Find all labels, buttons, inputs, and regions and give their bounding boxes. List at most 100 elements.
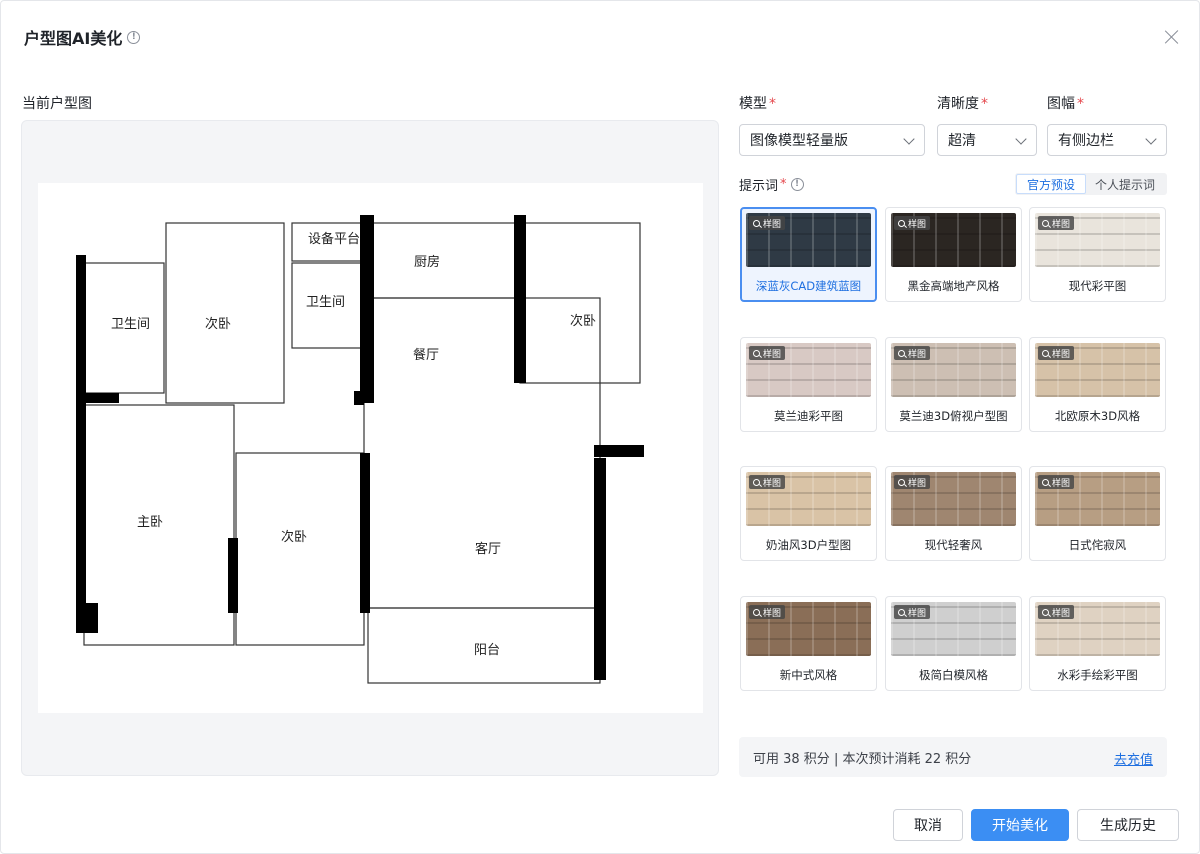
preset-name: 新中式风格 bbox=[779, 668, 838, 682]
room-label: 卫生间 bbox=[111, 317, 150, 332]
frame-select[interactable]: 有侧边栏 bbox=[1047, 124, 1167, 156]
sample-tag[interactable]: 样图 bbox=[1038, 346, 1075, 360]
clarity-select-value: 超清 bbox=[948, 133, 976, 149]
magnifier-icon bbox=[1042, 608, 1049, 616]
preset-thumbnail: 样图 bbox=[1035, 472, 1160, 526]
sample-tag[interactable]: 样图 bbox=[1038, 216, 1075, 230]
dialog-title: 户型图AI美化 bbox=[24, 29, 123, 48]
sample-tag[interactable]: 样图 bbox=[894, 605, 931, 619]
room-label: 厨房 bbox=[414, 254, 440, 270]
preset-card[interactable]: 样图 极简白模风格 bbox=[885, 596, 1022, 691]
preset-thumbnail: 样图 bbox=[891, 602, 1016, 656]
preset-name: 日式侘寂风 bbox=[1068, 538, 1127, 552]
generation-history-button[interactable]: 生成历史 bbox=[1077, 809, 1179, 841]
magnifier-icon bbox=[753, 478, 760, 486]
sample-tag-label: 样图 bbox=[908, 219, 927, 230]
preset-card[interactable]: 样图 莫兰迪3D俯视户型图 bbox=[885, 337, 1022, 432]
sample-tag[interactable]: 样图 bbox=[749, 346, 786, 360]
model-select[interactable]: 图像模型轻量版 bbox=[739, 124, 925, 156]
preset-name: 奶油风3D户型图 bbox=[765, 538, 852, 552]
cancel-button[interactable]: 取消 bbox=[893, 809, 963, 841]
frame-select-value: 有侧边栏 bbox=[1058, 133, 1114, 149]
preset-card[interactable]: 样图现代彩平图 bbox=[1029, 207, 1166, 302]
sample-tag-label: 样图 bbox=[908, 349, 927, 360]
frame-label: 图幅 * bbox=[1047, 93, 1084, 113]
sample-tag-label: 样图 bbox=[1052, 349, 1071, 360]
required-mark: * bbox=[769, 96, 776, 112]
sample-tag[interactable]: 样图 bbox=[1038, 605, 1075, 619]
sample-tag[interactable]: 样图 bbox=[749, 216, 786, 230]
sample-tag[interactable]: 样图 bbox=[749, 605, 786, 619]
preset-card[interactable]: 样图新中式风格 bbox=[740, 596, 877, 691]
room-label: 客厅 bbox=[475, 541, 501, 557]
ai-beautify-dialog: 户型图AI美化 ! 当前户型图 设备平台 厨房 卫生间 次卧 卫生间 餐厅 次卧… bbox=[0, 0, 1200, 854]
preset-name: 现代彩平图 bbox=[1068, 279, 1127, 293]
room-label: 次卧 bbox=[205, 316, 231, 332]
preset-card[interactable]: 样图莫兰迪彩平图 bbox=[740, 337, 877, 432]
preset-grid: 样图 深蓝灰CAD建筑蓝图 样图 黑金高端地产风格 样图 现代彩平图 样图 莫兰迪彩平图 样图莫… bbox=[740, 207, 1166, 691]
magnifier-icon bbox=[898, 478, 905, 486]
info-circle-icon[interactable]: ! bbox=[127, 30, 141, 44]
sample-tag-label: 样图 bbox=[1052, 608, 1071, 619]
sample-tag[interactable]: 样图 bbox=[894, 475, 931, 489]
preset-card[interactable]: 样图奶油风3D户型图 bbox=[740, 466, 877, 561]
sample-tag-label: 样图 bbox=[908, 608, 927, 619]
preset-name: 黑金高端地产风格 bbox=[907, 279, 1000, 293]
preset-thumbnail: 样图 bbox=[891, 343, 1016, 397]
preset-card[interactable]: 样图北欧原木3D风格 bbox=[1029, 337, 1166, 432]
preset-name: 水彩手绘彩平图 bbox=[1057, 668, 1138, 682]
prompt-source-tabs: 官方预设 个人提示词 bbox=[1015, 173, 1167, 195]
model-label: 模型 * bbox=[739, 93, 776, 113]
required-mark: * bbox=[780, 177, 787, 192]
preset-thumbnail: 样图 bbox=[1035, 213, 1160, 267]
frame-label-text: 图幅 bbox=[1047, 96, 1075, 112]
floorplan-drawing: 设备平台 厨房 卫生间 次卧 卫生间 餐厅 次卧 主卧 次卧 客厅 阳台 bbox=[76, 215, 644, 684]
floorplan-image: 设备平台 厨房 卫生间 次卧 卫生间 餐厅 次卧 主卧 次卧 客厅 阳台 bbox=[38, 183, 703, 713]
close-icon[interactable] bbox=[1163, 28, 1181, 46]
room-label: 设备平台 bbox=[308, 231, 360, 247]
magnifier-icon bbox=[898, 608, 905, 616]
preset-card[interactable]: 样图 现代轻奢风 bbox=[885, 466, 1022, 561]
sample-tag[interactable]: 样图 bbox=[894, 216, 931, 230]
required-mark: * bbox=[1077, 96, 1084, 112]
clarity-select[interactable]: 超清 bbox=[937, 124, 1037, 156]
sample-tag-label: 样图 bbox=[908, 478, 927, 489]
current-floorplan-label: 当前户型图 bbox=[22, 96, 92, 112]
tab-personal-prompts[interactable]: 个人提示词 bbox=[1086, 174, 1164, 194]
credits-bar: 可用 38 积分 | 本次预计消耗 22 积分 去充值 bbox=[739, 737, 1167, 777]
preset-thumbnail: 样图 bbox=[746, 472, 871, 526]
room-label: 卫生间 bbox=[306, 295, 345, 310]
sample-tag-label: 样图 bbox=[763, 478, 782, 489]
floorplan-preview-panel: 设备平台 厨房 卫生间 次卧 卫生间 餐厅 次卧 主卧 次卧 客厅 阳台 bbox=[21, 120, 719, 776]
preset-thumbnail: 样图 bbox=[746, 213, 871, 267]
preset-card[interactable]: 样图 深蓝灰CAD建筑蓝图 bbox=[740, 207, 877, 302]
magnifier-icon bbox=[1042, 349, 1049, 357]
sample-tag[interactable]: 样图 bbox=[1038, 475, 1075, 489]
room-label: 餐厅 bbox=[413, 347, 439, 363]
preset-card[interactable]: 样图日式侘寂风 bbox=[1029, 466, 1166, 561]
magnifier-icon bbox=[753, 219, 760, 227]
chevron-down-icon bbox=[1145, 133, 1157, 145]
preset-card[interactable]: 样图水彩手绘彩平图 bbox=[1029, 596, 1166, 691]
tab-official-presets[interactable]: 官方预设 bbox=[1016, 174, 1086, 194]
prompt-label: 提示词 * ! bbox=[739, 175, 804, 194]
required-mark: * bbox=[981, 96, 988, 112]
room-label: 次卧 bbox=[570, 313, 596, 329]
info-circle-icon[interactable]: ! bbox=[790, 178, 804, 191]
chevron-down-icon bbox=[903, 133, 915, 145]
magnifier-icon bbox=[1042, 478, 1049, 486]
sample-tag-label: 样图 bbox=[763, 349, 782, 360]
recharge-link[interactable]: 去充值 bbox=[1114, 749, 1153, 768]
credits-text: 可用 38 积分 | 本次预计消耗 22 积分 bbox=[753, 751, 972, 767]
magnifier-icon bbox=[1042, 219, 1049, 227]
magnifier-icon bbox=[898, 349, 905, 357]
preset-name: 莫兰迪彩平图 bbox=[774, 409, 843, 423]
model-label-text: 模型 bbox=[739, 96, 767, 112]
start-beautify-button[interactable]: 开始美化 bbox=[971, 809, 1069, 841]
sample-tag[interactable]: 样图 bbox=[894, 346, 931, 360]
room-label: 主卧 bbox=[137, 515, 163, 530]
room-label: 次卧 bbox=[281, 529, 307, 545]
preset-name: 北欧原木3D风格 bbox=[1054, 409, 1141, 423]
sample-tag[interactable]: 样图 bbox=[749, 475, 786, 489]
preset-card[interactable]: 样图黑金高端地产风格 bbox=[885, 207, 1022, 302]
